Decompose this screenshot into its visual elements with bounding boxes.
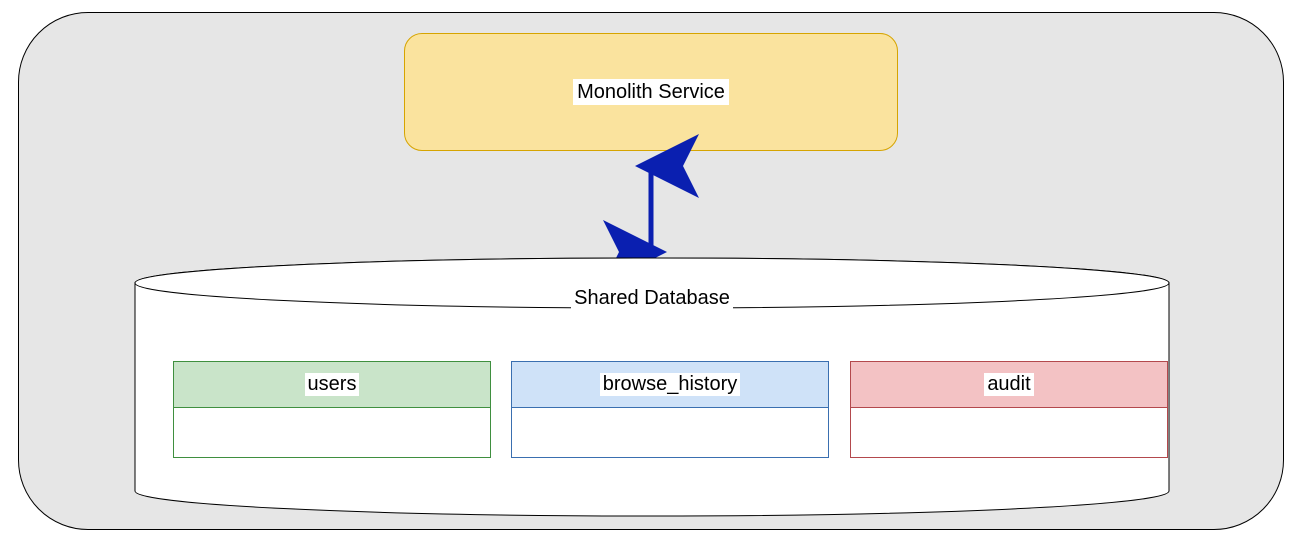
table-audit-header: audit <box>851 362 1167 408</box>
database-cylinder-icon <box>0 0 1302 542</box>
diagram-canvas: Monolith Service Shared Database users b… <box>0 0 1302 542</box>
table-audit-body <box>851 408 1167 457</box>
table-browse-history-body <box>512 408 828 457</box>
table-browse-history-header: browse_history <box>512 362 828 408</box>
table-audit: audit <box>850 361 1168 458</box>
database-label: Shared Database <box>135 287 1169 310</box>
table-users: users <box>173 361 491 458</box>
table-browse-history: browse_history <box>511 361 829 458</box>
table-users-header: users <box>174 362 490 408</box>
table-users-body <box>174 408 490 457</box>
